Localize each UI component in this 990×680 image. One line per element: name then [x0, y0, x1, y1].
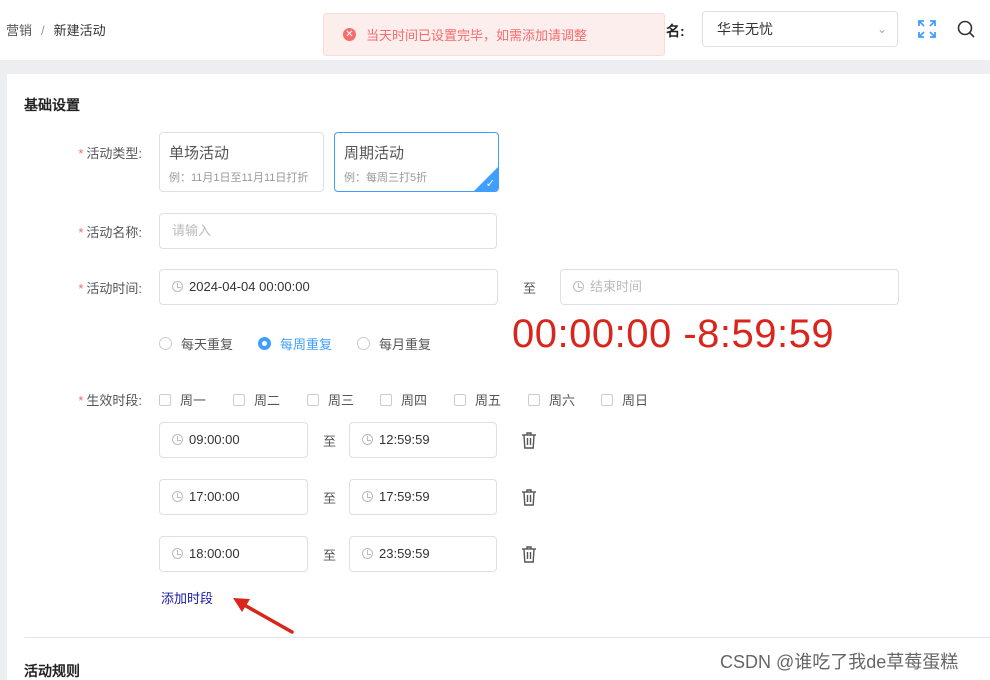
type-card-title: 周期活动	[344, 145, 405, 162]
breadcrumb-current: 新建活动	[53, 23, 106, 38]
type-card-single[interactable]: 单场活动 例：11月1日至11月11日打折	[159, 132, 324, 192]
radio-monthly[interactable]: 每月重复	[357, 334, 431, 353]
period-end-input[interactable]: 12:59:59	[349, 422, 497, 458]
period-start-input[interactable]: 17:00:00	[159, 479, 308, 515]
check-icon: ✓	[485, 178, 495, 190]
add-period-link[interactable]: 添加时段	[161, 588, 213, 607]
type-card-title: 单场活动	[169, 145, 230, 162]
section-divider	[24, 637, 990, 638]
period-start-input[interactable]: 09:00:00	[159, 422, 308, 458]
section-title-basic: 基础设置	[24, 97, 80, 113]
content-gap	[0, 60, 990, 680]
delete-icon[interactable]	[521, 488, 537, 506]
error-icon: ✕	[343, 28, 356, 41]
period-end-input[interactable]: 17:59:59	[349, 479, 497, 515]
activity-type-label: * 活动类型:	[78, 146, 142, 161]
clock-icon	[172, 434, 183, 445]
clock-icon	[362, 491, 373, 502]
checkbox-mon[interactable]: 周一	[159, 390, 206, 409]
range-separator: 至	[323, 548, 337, 563]
radio-daily[interactable]: 每天重复	[159, 334, 233, 353]
end-time-input[interactable]: 结束时间	[560, 269, 899, 305]
shop-label: 名:	[666, 23, 685, 39]
checkbox-tue[interactable]: 周二	[233, 390, 280, 409]
error-toast: ✕ 当天时间已设置完毕，如需添加请调整	[323, 13, 665, 56]
watermark: CSDN @谁吃了我de草莓蛋糕	[720, 652, 959, 672]
type-card-periodic[interactable]: 周期活动 例：每周三打5折 ✓	[334, 132, 499, 192]
checkbox-thu[interactable]: 周四	[380, 390, 427, 409]
period-end-input[interactable]: 23:59:59	[349, 536, 497, 572]
end-time-placeholder: 结束时间	[590, 279, 643, 294]
breadcrumb-separator: /	[41, 23, 45, 38]
clock-icon	[573, 281, 584, 292]
activity-time-label: * 活动时间:	[78, 281, 142, 296]
shop-select-value: 华丰无忧	[717, 21, 773, 37]
delete-icon[interactable]	[521, 545, 537, 563]
red-arrow-icon	[233, 598, 294, 634]
range-separator: 至	[323, 491, 337, 506]
breadcrumb: 营销 / 新建活动	[6, 20, 106, 39]
radio-weekly[interactable]: 每周重复	[258, 334, 332, 353]
toast-message: 当天时间已设置完毕，如需添加请调整	[366, 28, 588, 43]
checkbox-sat[interactable]: 周六	[528, 390, 575, 409]
clock-icon	[172, 548, 183, 559]
checkbox-sun[interactable]: 周日	[601, 390, 648, 409]
fullscreen-icon[interactable]	[917, 19, 937, 39]
section-title-rules: 活动规则	[24, 663, 80, 679]
clock-icon	[172, 281, 183, 292]
range-separator: 至	[523, 281, 537, 296]
time-annotation: 00:00:00 -8:59:59	[512, 312, 835, 356]
checkbox-wed[interactable]: 周三	[307, 390, 354, 409]
start-time-input[interactable]: 2024-04-04 00:00:00	[159, 269, 498, 305]
clock-icon	[172, 491, 183, 502]
range-separator: 至	[323, 434, 337, 449]
activity-name-label: * 活动名称:	[78, 225, 142, 240]
search-icon[interactable]	[956, 19, 976, 39]
clock-icon	[362, 434, 373, 445]
clock-icon	[362, 548, 373, 559]
period-start-input[interactable]: 18:00:00	[159, 536, 308, 572]
activity-name-placeholder: 请输入	[172, 223, 212, 238]
checkbox-fri[interactable]: 周五	[454, 390, 501, 409]
type-card-desc: 例：11月1日至11月11日打折	[169, 172, 309, 184]
activity-name-input[interactable]: 请输入	[159, 213, 497, 249]
breadcrumb-parent[interactable]: 营销	[6, 23, 32, 38]
start-time-value: 2024-04-04 00:00:00	[189, 279, 310, 294]
chevron-down-icon: ⌄	[876, 22, 887, 36]
shop-select[interactable]: 华丰无忧 ⌄	[702, 11, 898, 47]
delete-icon[interactable]	[521, 431, 537, 449]
period-label: * 生效时段:	[78, 393, 142, 408]
